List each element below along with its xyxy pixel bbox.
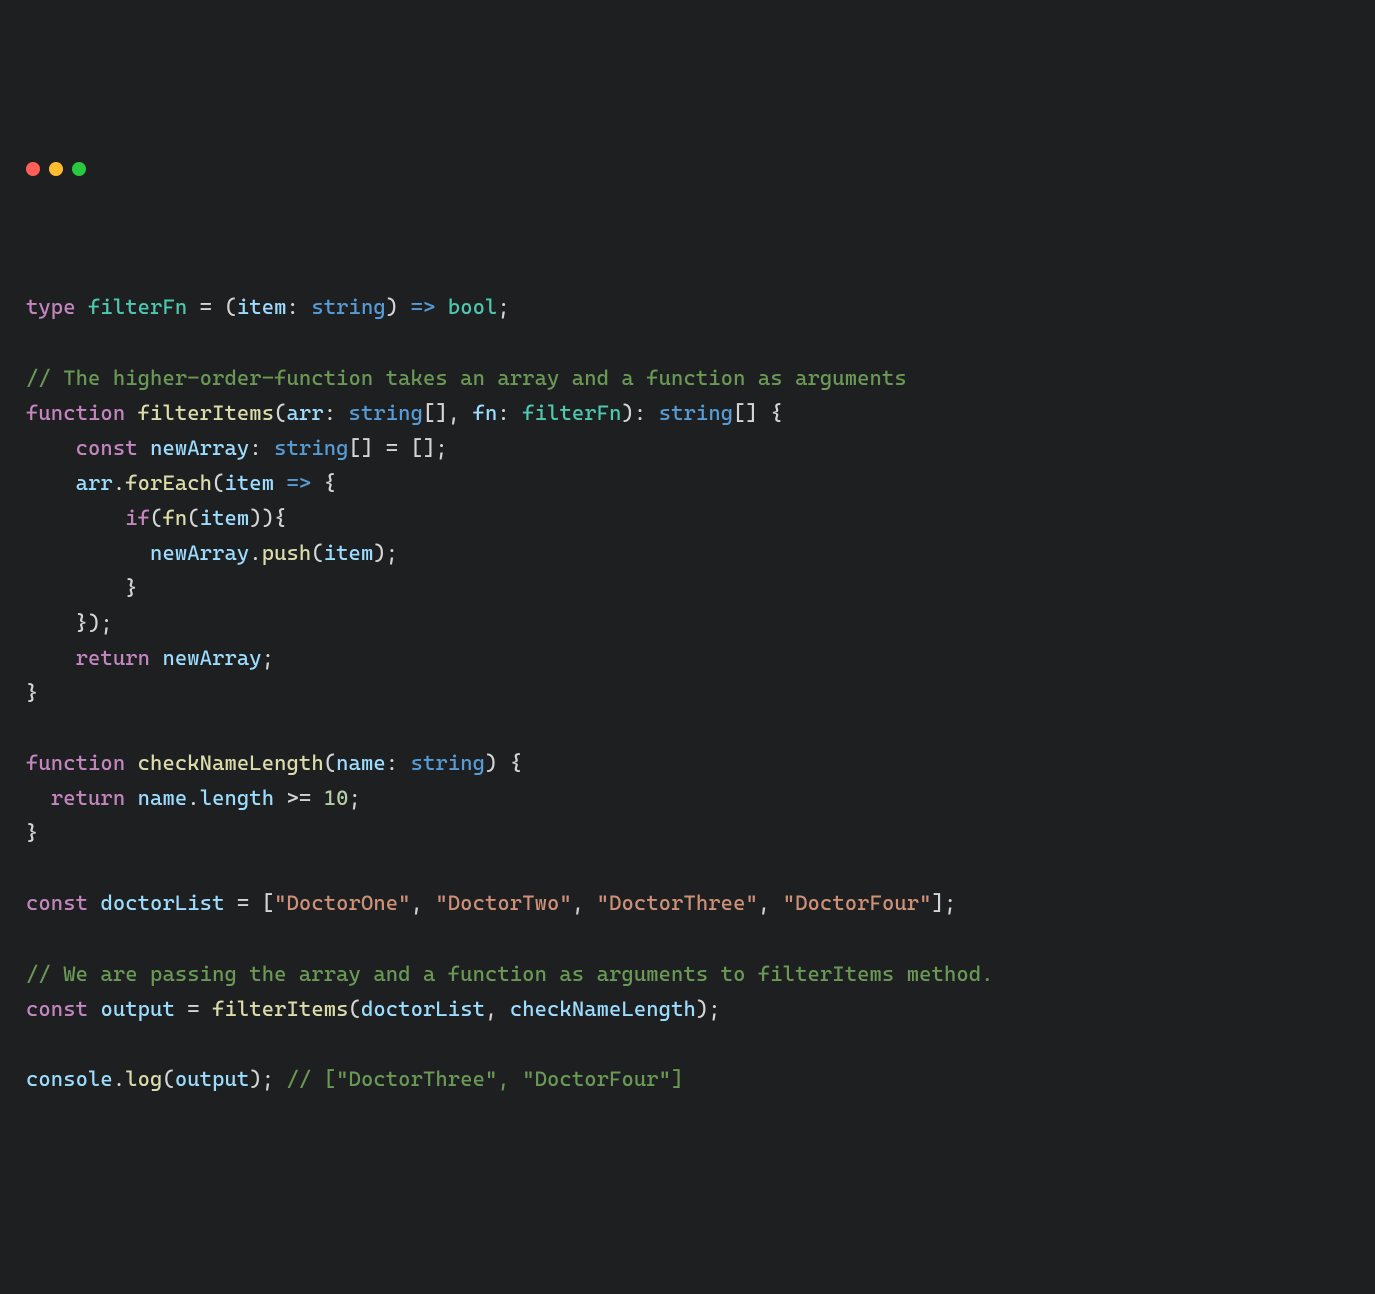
- fn-name: checkNameLength: [138, 751, 324, 775]
- kw-type: type: [26, 295, 76, 319]
- code-line: function filterItems(arr: string[], fn: …: [26, 401, 783, 425]
- code-line: return name.length >= 10;: [26, 786, 361, 810]
- code-line: newArray.push(item);: [26, 541, 398, 565]
- code-line: }: [26, 821, 38, 845]
- code-line: function checkNameLength(name: string) {: [26, 751, 522, 775]
- window-controls: [26, 162, 1349, 176]
- close-icon[interactable]: [26, 162, 40, 176]
- code-line: const newArray: string[] = [];: [26, 436, 448, 460]
- fn-name: filterItems: [138, 401, 274, 425]
- zoom-icon[interactable]: [72, 162, 86, 176]
- code-line: if(fn(item)){: [26, 506, 287, 530]
- code-line: arr.forEach(item => {: [26, 471, 336, 495]
- code-line: const doctorList = ["DoctorOne", "Doctor…: [26, 891, 956, 915]
- code-line: console.log(output); // ["DoctorThree", …: [26, 1067, 683, 1091]
- code-comment: // The higher-order-function takes an ar…: [26, 366, 907, 390]
- code-line: return newArray;: [26, 646, 274, 670]
- code-line: });: [26, 611, 113, 635]
- minimize-icon[interactable]: [49, 162, 63, 176]
- type-name: filterFn: [88, 295, 187, 319]
- code-line: type filterFn = (item: string) => bool;: [26, 295, 510, 319]
- code-block: type filterFn = (item: string) => bool; …: [26, 290, 1349, 1096]
- code-line: const output = filterItems(doctorList, c…: [26, 997, 721, 1021]
- code-line: }: [26, 576, 138, 600]
- code-comment: // ["DoctorThree", "DoctorFour"]: [287, 1067, 684, 1091]
- code-line: }: [26, 681, 38, 705]
